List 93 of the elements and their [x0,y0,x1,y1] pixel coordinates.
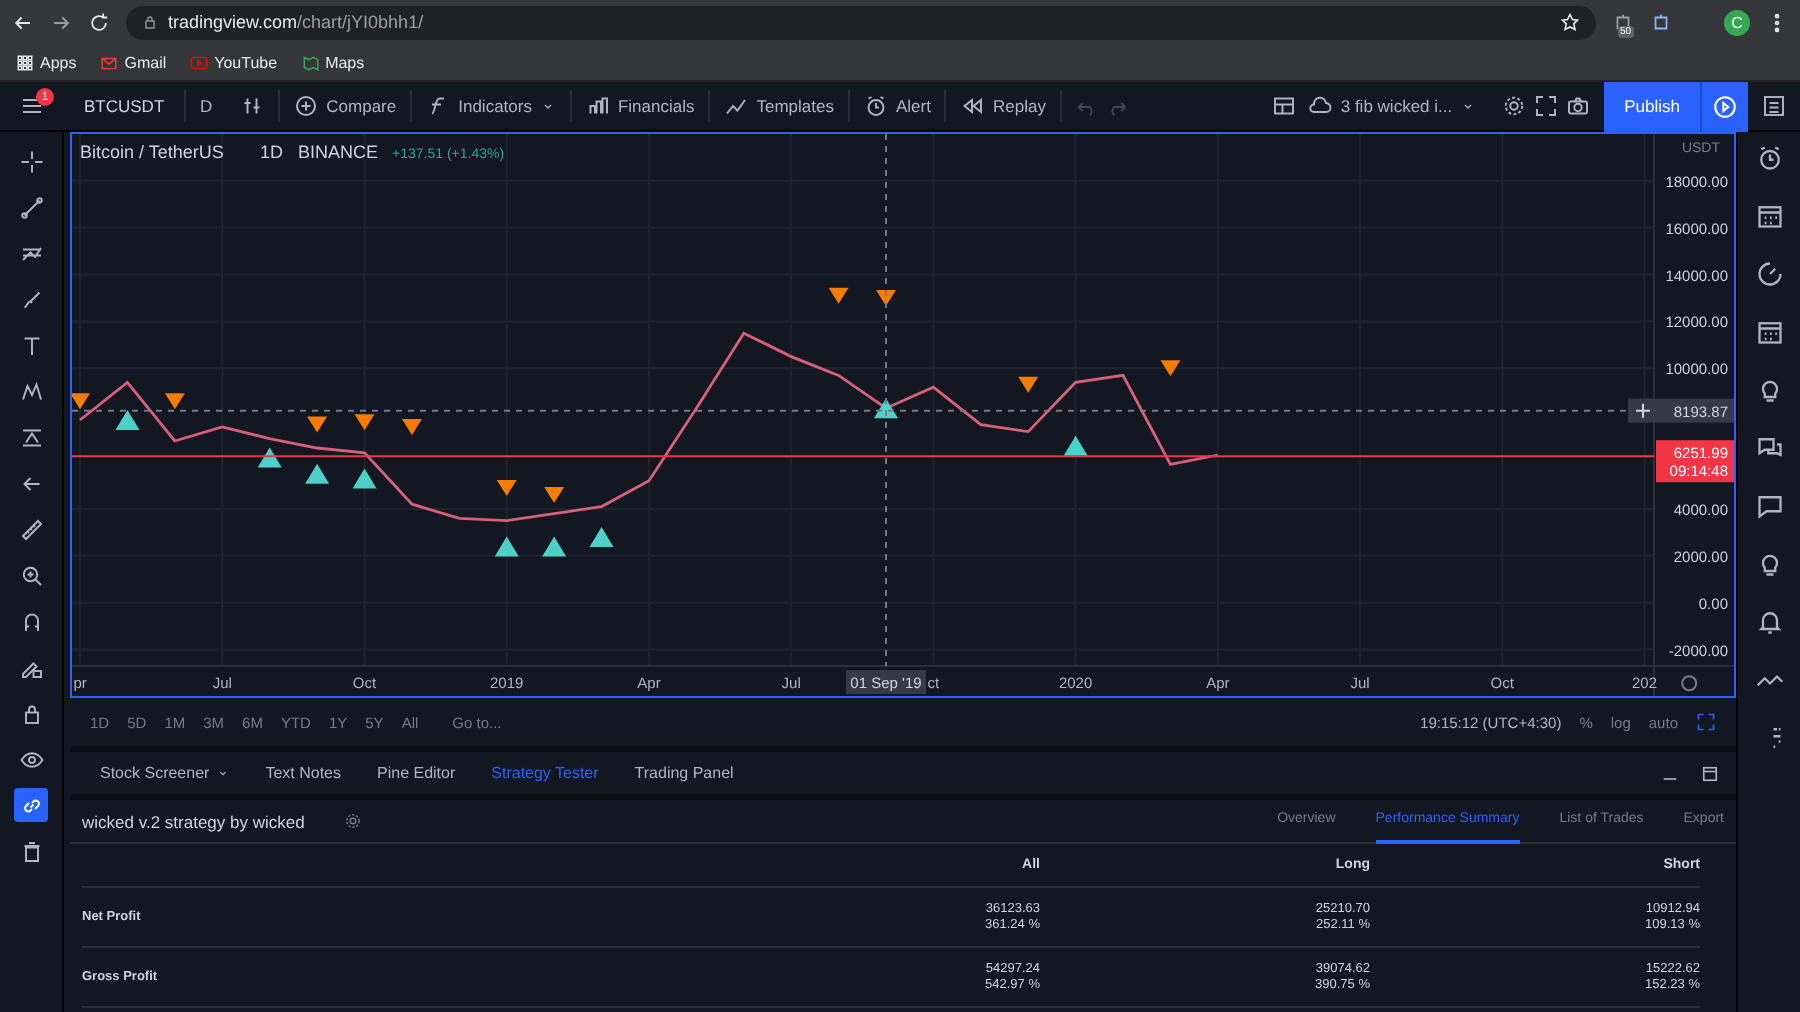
symbol-search[interactable]: BTCUSDT [64,81,184,131]
tool-button[interactable] [14,788,48,822]
settings-icon[interactable] [1681,675,1698,692]
buy-marker [589,527,614,548]
gmail-icon [100,53,119,71]
toolbar-button[interactable]: Alert [850,81,945,131]
panel-tab[interactable]: Stock Screener [82,764,248,782]
buy-marker [494,536,519,557]
settings-icon[interactable] [1502,94,1527,118]
lock-icon [19,701,43,725]
buy-marker [257,447,282,468]
panel-tab[interactable]: Trading Panel [616,764,752,782]
bookmark[interactable]: Maps [301,53,365,71]
toolbar-button[interactable]: Compare [280,81,411,131]
sell-marker [496,479,517,496]
back-icon[interactable] [12,11,34,33]
sell-marker [354,414,375,431]
sell-marker [1160,360,1181,377]
apps-icon [16,53,34,71]
magnet-icon [19,609,43,633]
forward-icon[interactable] [50,11,72,33]
exchange-label: BINANCE [298,142,379,162]
fullscreen-icon[interactable] [1534,94,1559,118]
forecast-icon [19,425,43,449]
settings-icon[interactable] [344,812,363,830]
layout-icon[interactable] [1272,94,1297,118]
templates-icon [724,94,749,118]
interval-button[interactable]: D [186,81,227,131]
alert-icon [864,94,888,118]
calendar-icon[interactable] [1755,202,1783,230]
alarm-clock-icon[interactable] [1755,144,1783,172]
bookmark[interactable]: Gmail [100,53,167,71]
camera-icon[interactable] [1566,94,1591,118]
crosshair-icon [19,149,43,173]
sell-marker [401,418,422,435]
chat-bubbles-icon[interactable] [1755,434,1783,462]
buy-marker [1063,435,1088,456]
sell-marker [72,393,91,410]
calendar-icon[interactable] [1755,318,1783,346]
bookmark[interactable]: Apps [16,53,77,71]
eye-icon [19,747,43,771]
toolbar-button[interactable]: Indicators [412,81,570,131]
play-icon[interactable] [1712,93,1738,119]
lock-icon [142,14,158,30]
fullscreen-icon[interactable] [1696,712,1716,732]
chat-icon[interactable] [1755,492,1783,520]
symbol-name: Bitcoin / TetherUS [80,142,224,162]
star-icon[interactable] [1560,12,1580,32]
youtube-icon [190,53,209,71]
ruler-icon [19,517,43,541]
watchlist-icon[interactable] [1762,94,1786,118]
menu-icon[interactable] [20,94,44,118]
pattern-icon [19,379,43,403]
text-icon [19,333,43,357]
strategy-title: wicked v.2 strategy by wicked [82,811,305,831]
panel-tab[interactable]: Strategy Tester [473,764,617,782]
profile-avatar[interactable]: C [1724,9,1750,35]
toolbar-button[interactable]: Replay [946,81,1060,131]
timer-icon[interactable] [1755,260,1783,288]
cloud-icon [1308,94,1333,118]
maps-icon [301,53,320,71]
interval-label: 1D [260,142,284,162]
sell-marker [1018,376,1039,393]
extension-icon[interactable] [1650,11,1672,33]
trash-icon [19,839,43,863]
sell-marker [828,287,849,304]
bell-icon[interactable] [1755,608,1783,636]
candles-icon[interactable] [240,94,265,118]
publish-button[interactable]: Publish [1604,81,1700,131]
buy-marker [542,536,567,557]
reload-icon[interactable] [88,11,110,33]
financials-icon [585,94,610,118]
toolbar-button[interactable]: Templates [710,81,848,131]
buy-marker [115,409,140,430]
panel-tab[interactable]: Pine Editor [359,764,474,782]
toolbar-button[interactable]: Financials [571,81,709,131]
sell-marker [164,393,185,410]
sell-marker [544,486,565,503]
panel-tab[interactable]: Text Notes [247,764,359,782]
sell-marker [876,290,896,307]
buy-marker [305,463,330,484]
brush-icon [19,287,43,311]
buy-marker [874,398,898,419]
replay-icon [960,94,985,118]
layout-selector[interactable]: 3 fib wicked i... [1296,94,1489,118]
buy-marker [352,468,377,489]
bookmark[interactable]: YouTube [190,53,278,71]
compare-icon [294,94,319,118]
maximize-icon[interactable] [1700,763,1720,783]
zoom-icon [19,563,43,587]
address-bar[interactable]: tradingview.com/chart/jYI0bhh1/ [126,5,1596,39]
trend-line-icon [19,195,43,219]
sell-marker [307,416,328,433]
